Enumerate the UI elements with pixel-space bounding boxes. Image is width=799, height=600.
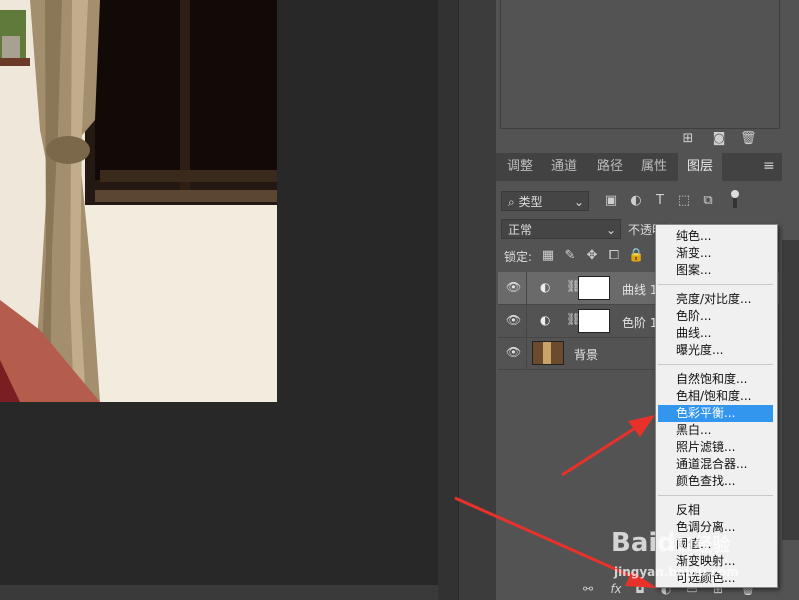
arrow-head bbox=[628, 415, 655, 437]
watermark-logo: Baidu经验 bbox=[611, 528, 731, 558]
watermark-url: jingyan.baidu.com bbox=[614, 565, 739, 579]
arrow-to-color-balance bbox=[561, 423, 641, 477]
annotation-arrows bbox=[454, 415, 657, 588]
